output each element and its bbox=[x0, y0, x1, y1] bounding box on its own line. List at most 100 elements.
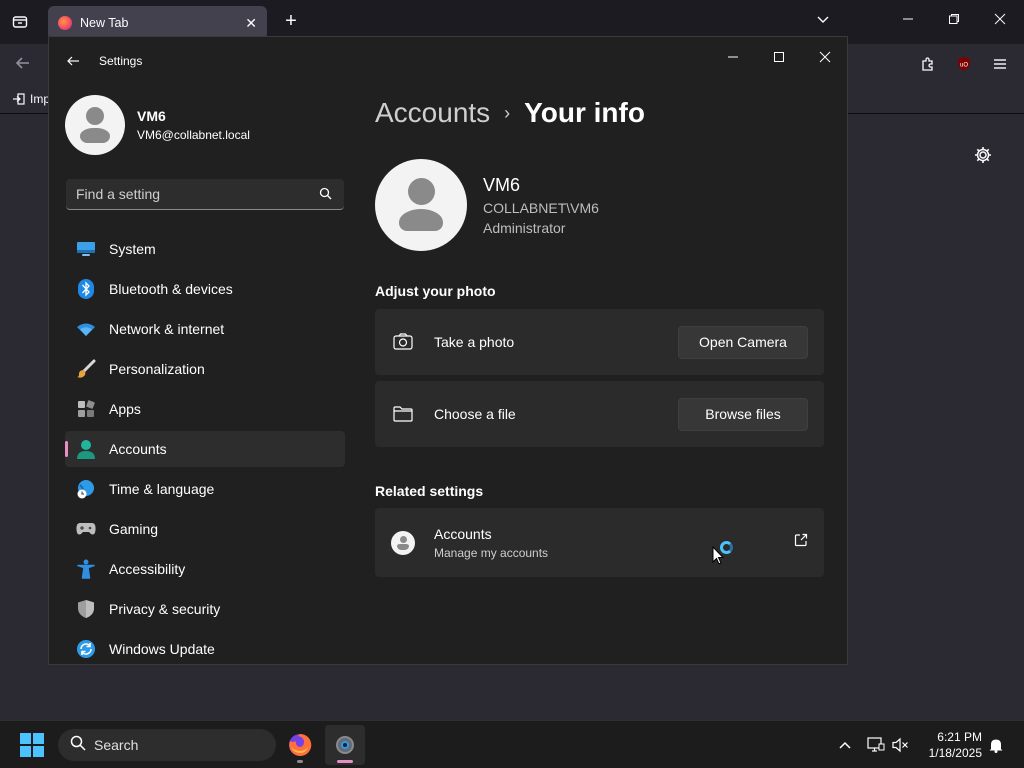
nav-item-accessibility[interactable]: Accessibility bbox=[65, 551, 345, 587]
newtab-settings-gear-icon[interactable] bbox=[973, 145, 993, 170]
nav-label: System bbox=[109, 241, 156, 257]
minimize-icon[interactable] bbox=[898, 12, 918, 28]
brush-icon bbox=[75, 358, 97, 380]
new-tab-button[interactable]: + bbox=[280, 10, 302, 32]
import-icon bbox=[13, 93, 25, 105]
ublock-icon[interactable]: uO bbox=[954, 54, 974, 74]
extensions-icon[interactable] bbox=[918, 54, 938, 74]
settings-gear-icon bbox=[336, 736, 354, 754]
nav-item-personalization[interactable]: Personalization bbox=[65, 351, 345, 387]
take-photo-card: Take a photo Open Camera bbox=[375, 309, 824, 375]
user-domain-account: COLLABNET\VM6 bbox=[483, 199, 599, 216]
windows-start-icon[interactable] bbox=[20, 733, 44, 757]
taskbar-search-label: Search bbox=[94, 737, 139, 753]
avatar bbox=[65, 95, 125, 155]
breadcrumb-parent-accounts[interactable]: Accounts bbox=[375, 97, 490, 129]
taskbar-clock[interactable]: 6:21 PM 1/18/2025 bbox=[922, 729, 982, 761]
firefox-view-icon[interactable] bbox=[8, 10, 32, 34]
active-indicator bbox=[337, 760, 353, 763]
tab-title: New Tab bbox=[80, 16, 129, 30]
nav-item-network[interactable]: Network & internet bbox=[65, 311, 345, 347]
browser-back-icon[interactable] bbox=[14, 54, 32, 77]
nav-label: Network & internet bbox=[109, 321, 225, 337]
nav-label: Personalization bbox=[109, 361, 205, 377]
choose-file-label: Choose a file bbox=[434, 406, 516, 422]
find-setting-input[interactable] bbox=[66, 179, 296, 209]
page-title: Your info bbox=[524, 97, 645, 128]
user-name: VM6 bbox=[483, 174, 521, 195]
nav-label: Privacy & security bbox=[109, 601, 221, 617]
nav-item-windows-update[interactable]: Windows Update bbox=[65, 631, 345, 664]
running-indicator bbox=[297, 760, 303, 763]
open-external-icon[interactable] bbox=[794, 533, 808, 552]
clock-date: 1/18/2025 bbox=[928, 746, 982, 760]
breadcrumb: Accounts › Your info bbox=[375, 93, 825, 133]
chevron-right-icon: › bbox=[504, 102, 511, 123]
globe-clock-icon bbox=[75, 478, 97, 500]
profile-email: VM6@collabnet.local bbox=[137, 128, 250, 142]
avatar-head-shape bbox=[86, 107, 104, 125]
nav-item-system[interactable]: System bbox=[65, 231, 345, 267]
show-hidden-icons-chevron-up-icon[interactable] bbox=[835, 735, 855, 755]
user-role: Administrator bbox=[483, 219, 566, 236]
user-avatar bbox=[375, 159, 467, 251]
restore-icon[interactable] bbox=[944, 12, 964, 28]
related-accounts-subtitle: Manage my accounts bbox=[434, 545, 549, 560]
nav-item-accounts[interactable]: Accounts bbox=[65, 431, 345, 467]
monitor-icon bbox=[75, 238, 97, 260]
settings-window-title: Settings bbox=[99, 54, 143, 68]
manage-accounts-link[interactable]: Accounts Manage my accounts bbox=[375, 508, 824, 577]
volume-muted-icon[interactable] bbox=[890, 735, 910, 755]
search-icon bbox=[70, 735, 86, 756]
settings-minimize-icon[interactable] bbox=[723, 47, 743, 67]
browse-files-button[interactable]: Browse files bbox=[678, 397, 808, 431]
nav-label: Bluetooth & devices bbox=[109, 281, 233, 297]
avatar-body-shape bbox=[399, 209, 443, 231]
person-icon bbox=[75, 438, 97, 460]
related-accounts-title: Accounts bbox=[434, 525, 492, 542]
tab-close-icon[interactable]: ✕ bbox=[245, 15, 257, 32]
close-window-icon[interactable] bbox=[990, 12, 1010, 28]
update-icon bbox=[75, 638, 97, 660]
taskbar-settings[interactable] bbox=[325, 725, 365, 765]
camera-icon bbox=[392, 331, 414, 353]
menu-icon[interactable] bbox=[990, 54, 1010, 74]
apps-icon bbox=[75, 398, 97, 420]
find-setting-search-box[interactable] bbox=[66, 179, 344, 210]
accounts-avatar-icon bbox=[391, 530, 415, 555]
clock-time: 6:21 PM bbox=[937, 730, 982, 744]
network-icon[interactable] bbox=[866, 735, 886, 755]
settings-close-icon[interactable] bbox=[815, 47, 835, 67]
busy-spinner-icon bbox=[720, 541, 733, 554]
folder-icon bbox=[392, 403, 414, 425]
nav-item-bluetooth[interactable]: Bluetooth & devices bbox=[65, 271, 345, 307]
import-bookmarks-link[interactable]: Imp bbox=[12, 92, 50, 106]
wifi-icon bbox=[75, 318, 97, 340]
bluetooth-icon bbox=[75, 278, 97, 300]
firefox-favicon-icon bbox=[58, 16, 72, 30]
profile-header[interactable]: VM6 VM6@collabnet.local bbox=[65, 95, 250, 155]
back-arrow-icon[interactable] bbox=[65, 53, 81, 69]
taskbar-search-box[interactable]: Search bbox=[58, 729, 276, 761]
gamepad-icon bbox=[75, 518, 97, 540]
accessibility-icon bbox=[75, 558, 97, 580]
firefox-icon bbox=[289, 733, 312, 756]
nav-label: Time & language bbox=[109, 481, 215, 497]
nav-label: Windows Update bbox=[109, 641, 215, 657]
nav-item-gaming[interactable]: Gaming bbox=[65, 511, 345, 547]
avatar-body-shape bbox=[397, 543, 409, 550]
nav-item-privacy-security[interactable]: Privacy & security bbox=[65, 591, 345, 627]
nav-item-apps[interactable]: Apps bbox=[65, 391, 345, 427]
open-camera-button[interactable]: Open Camera bbox=[678, 325, 808, 359]
choose-file-card: Choose a file Browse files bbox=[375, 381, 824, 447]
notification-bell-icon[interactable] bbox=[986, 735, 1006, 755]
settings-maximize-icon[interactable] bbox=[769, 47, 789, 67]
list-all-tabs-icon[interactable] bbox=[816, 12, 830, 29]
taskbar-firefox[interactable] bbox=[280, 725, 320, 765]
import-label: Imp bbox=[30, 92, 51, 106]
search-icon[interactable] bbox=[319, 187, 332, 205]
nav-item-time-language[interactable]: Time & language bbox=[65, 471, 345, 507]
taskbar: Search 6:21 PM 1/18/2025 bbox=[0, 720, 1024, 768]
settings-content: Accounts › Your info VM6 COLLABNET\VM6 A… bbox=[375, 93, 825, 577]
browser-tab[interactable]: New Tab ✕ bbox=[48, 6, 267, 40]
